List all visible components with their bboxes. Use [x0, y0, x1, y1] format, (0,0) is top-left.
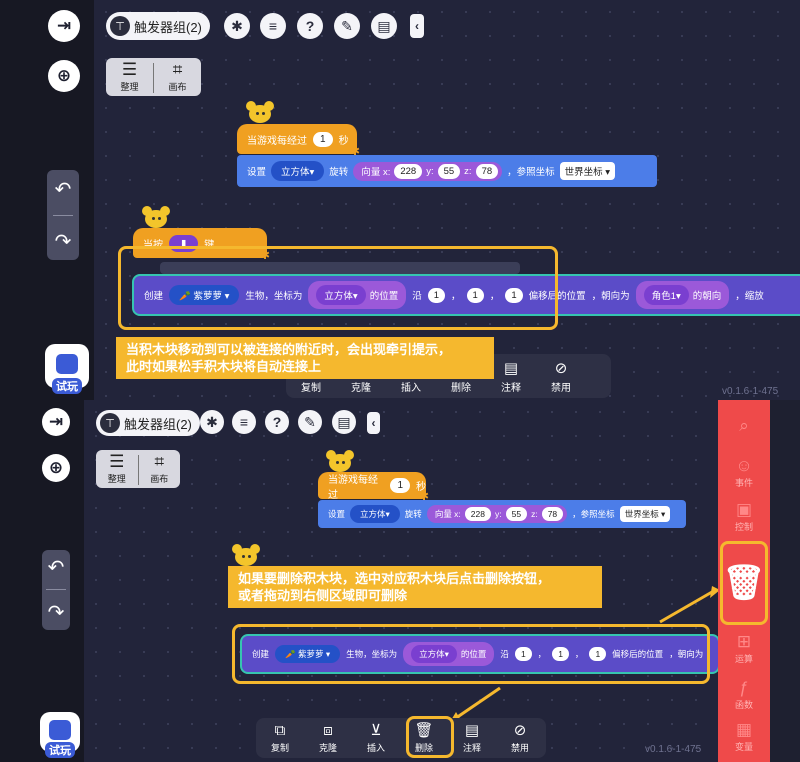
control-icon: ▣ [735, 500, 753, 519]
delete-highlight-frame [406, 716, 454, 758]
redo-icon[interactable]: ↷ [55, 229, 72, 254]
list-icon: ☰ [121, 60, 138, 79]
mouse-mascot-icon [246, 101, 274, 125]
broom-icon[interactable]: ✎ [334, 13, 360, 39]
clone-icon: ⧈ [323, 722, 333, 739]
canvas-button[interactable]: ⌗ 画布 [154, 61, 201, 93]
arrange-button[interactable]: ☰ 整理 [106, 61, 153, 93]
coordinate-dropdown[interactable]: 世界坐标 ▾ [559, 162, 616, 180]
debug-icon[interactable]: ✱ [224, 13, 250, 39]
trigger-group-button[interactable]: ⊤ 触发器组(2) [106, 12, 210, 40]
category-events[interactable]: ☺ 事件 [718, 456, 770, 489]
comment-button[interactable]: ▤ 注释 [448, 721, 496, 754]
category-functions[interactable]: ƒ 函数 [718, 678, 770, 711]
clone-button[interactable]: ⧈ 克隆 [304, 722, 352, 754]
insert-icon: ⊻ [370, 722, 382, 739]
role-block[interactable]: 角色1▾ 的朝向 [635, 281, 730, 309]
search-list-icon[interactable]: ≡ [260, 13, 286, 39]
operator-icon: ⊞ [736, 632, 752, 651]
category-variables[interactable]: ▦ 变量 [718, 720, 770, 753]
mouse-mascot-icon [142, 206, 170, 230]
disable-button[interactable]: ⊘ 禁用 [536, 359, 586, 394]
mouse-icon: ☺ [735, 456, 753, 475]
disable-icon: ⊘ [554, 360, 568, 377]
note-icon: ▤ [503, 360, 519, 377]
panel-bottom: ⇥ ⊕ ↶ ↷ 试玩 ⊤ 触发器组(2) ✱ ≡ ? ✎ ▤ ‹ ☰ 整理 ⌗ 画布 当… [0, 400, 800, 762]
category-control[interactable]: ▣ 控制 [718, 500, 770, 533]
panel-top: ⇥ ⊕ ↶ ↷ 试玩 ⊤ 触发器组(2) ✱ ≡ ? ✎ ▤ ‹ ☰ 整理 ⌗ 画布 当… [0, 0, 800, 400]
tree-icon: ⊤ [110, 16, 130, 36]
insert-button[interactable]: ⊻ 插入 [352, 721, 400, 754]
highlight-frame [118, 246, 558, 330]
try-play-button[interactable]: 试玩 [45, 344, 89, 394]
copy-icon: ⧉ [274, 722, 286, 739]
help-icon[interactable]: ? [297, 13, 323, 39]
copy-button[interactable]: 复制 [286, 379, 336, 394]
copy-button[interactable]: ⧉ 复制 [256, 722, 304, 754]
variable-icon: ▦ [735, 720, 753, 739]
trash-icon[interactable]: 🗑 [720, 541, 768, 625]
robot-icon [56, 354, 78, 374]
category-search[interactable]: ⌕ [718, 416, 770, 436]
category-operators[interactable]: ⊞ 运算 [718, 632, 770, 665]
note-icon: ▤ [464, 722, 480, 739]
timer-hat-block[interactable]: 当游戏每经过 1 秒 [237, 124, 357, 154]
clone-button[interactable]: 克隆 [336, 379, 386, 394]
view-toggle: ☰ 整理 ⌗ 画布 [106, 58, 201, 96]
disable-button[interactable]: ⊘ 禁用 [496, 721, 544, 754]
arrow-to-delete [455, 686, 501, 720]
frame-icon: ⌗ [172, 60, 183, 79]
arrow-to-trash [659, 590, 713, 624]
undo-icon[interactable]: ↶ [55, 177, 72, 202]
undo-redo-panel: ↶ ↷ [47, 170, 79, 260]
context-menu: ⧉ 复制 ⧈ 克隆 ⊻ 插入 🗑 删除 ▤ 注释 ⊘ 禁用 [256, 718, 546, 758]
left-sidebar: ⇥ ⊕ ↶ ↷ 试玩 [0, 0, 94, 400]
collapse-arrow-button[interactable]: ‹ [410, 14, 424, 38]
disable-icon: ⊘ [513, 722, 527, 739]
function-icon: ƒ [739, 678, 749, 697]
document-icon[interactable]: ▤ [371, 13, 397, 39]
tip-callout: 当积木块移动到可以被连接的附近时，会出现牵引提示， 此时如果松手积木块将自动连接… [116, 337, 494, 379]
insert-button[interactable]: 插入 [386, 379, 436, 394]
rotate-block[interactable]: 设置 立方体▾ 旋转 向量 x: 228 y: 55 z: 78 ，参照坐标 世界坐标… [237, 155, 657, 187]
version-label: v0.1.6-1-475 [722, 386, 779, 397]
search-icon: ⌕ [739, 416, 749, 435]
version-label: v0.1.6-1-475 [645, 744, 702, 755]
globe-icon[interactable]: ⊕ [48, 60, 80, 92]
exit-icon[interactable]: ⇥ [48, 10, 80, 42]
object-dropdown[interactable]: 立方体▾ [271, 161, 325, 181]
delete-button[interactable]: 删除 [436, 379, 486, 394]
vector-block[interactable]: 向量 x: 228 y: 55 z: 78 [353, 161, 503, 181]
guide-arrows [450, 586, 720, 722]
